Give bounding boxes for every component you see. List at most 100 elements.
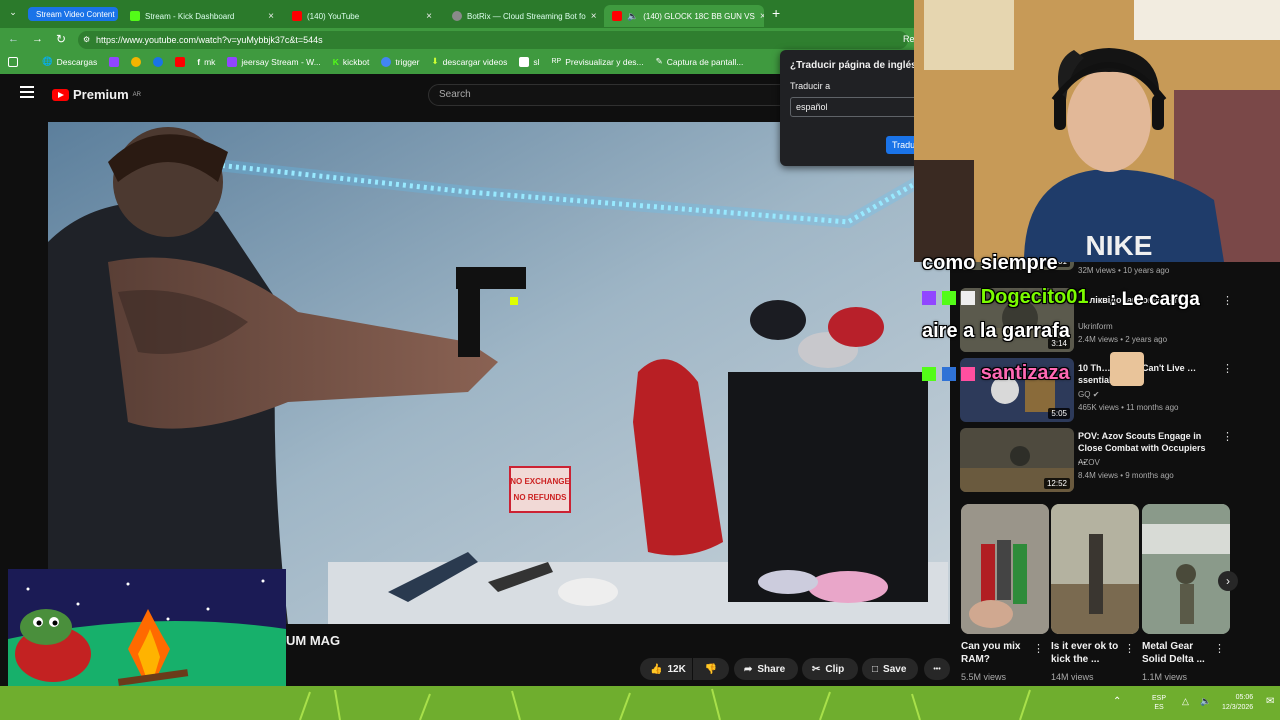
video-player[interactable]: NO EXCHANGE NO REFUNDS [48,122,950,624]
link-icon [153,56,164,67]
more-actions-button[interactable]: ••• [924,658,950,680]
download-icon: ⬇ [431,56,439,66]
hamburger-menu-icon[interactable] [20,86,34,98]
clock[interactable]: 05:06 12/3/2026 [1222,693,1253,713]
chat-username: santizaza [980,362,1070,384]
chat-line: Dogecito01 [922,286,1089,309]
tab-group-label[interactable]: Stream Video Content [28,7,118,21]
short-thumbnail[interactable] [1142,504,1230,634]
short-thumbnail[interactable] [1051,504,1139,634]
more-vert-icon[interactable]: ⋮ [1222,294,1233,307]
back-icon[interactable]: ← [8,33,19,45]
tab-list-chevron-icon[interactable]: ⌄ [6,7,20,21]
bookmark-sl[interactable]: sl [513,56,545,67]
thumbs-up-icon: 👍 [650,663,663,675]
bookmark-link[interactable] [147,56,169,67]
short-title[interactable]: Is it ever ok to kick the ... [1051,640,1127,666]
video-frame-illustration: NO EXCHANGE NO REFUNDS [48,122,950,624]
bookmark-twitch[interactable] [103,56,125,67]
reading-mode-label[interactable]: Re [903,34,915,44]
clip-button[interactable]: ✂ Clip [802,658,858,680]
search-input[interactable]: Search [428,84,788,106]
short-title[interactable]: Metal Gear Solid Delta ... [1142,640,1218,666]
close-tab-icon[interactable]: × [591,11,597,22]
bookmarks-manager-icon[interactable] [8,57,18,67]
forward-icon[interactable]: → [32,33,43,45]
channel-label: GQ [1078,390,1091,399]
short-thumbnail[interactable] [961,504,1049,634]
bookmark-descargas[interactable]: 🌐 Descargas [36,56,103,67]
bookmark-previsualizar[interactable]: RP Previsualizar y des... [545,57,649,67]
url-text: https://www.youtube.com/watch?v=yuMybbjk… [96,35,323,45]
campfire-overlay [8,569,286,686]
close-tab-icon[interactable]: × [760,11,764,22]
notification-icon[interactable]: ✉ [1266,696,1274,707]
short-views: 5.5M views [961,672,1007,682]
language-indicator[interactable]: ESP ES [1152,694,1166,712]
tab-label: BotRix — Cloud Streaming Bot fo [467,11,586,21]
facebook-icon: f [197,56,201,67]
youtube-premium-logo[interactable]: Premium AR [52,87,141,102]
more-vert-icon[interactable]: ⋮ [1214,642,1225,655]
clock-date: 12/3/2026 [1222,704,1254,711]
verified-icon: ✔ [1092,390,1100,399]
short-title[interactable]: Can you mix RAM? [961,640,1037,666]
save-button[interactable]: □ Save [862,658,918,680]
url-field[interactable]: ⚙ https://www.youtube.com/watch?v=yuMybb… [78,31,908,49]
tab-kick-dashboard[interactable]: Stream - Kick Dashboard × [122,5,282,27]
share-button[interactable]: ➦ Share [734,658,798,680]
chat-message-continued: : Le carga [1110,289,1200,310]
bookmark-label: trigger [395,56,420,67]
kick-badge-icon [922,366,936,381]
reload-icon[interactable]: ↻ [56,32,66,46]
mod-badge-icon [941,366,956,381]
campfire-illustration [8,569,286,686]
youtube-icon [612,11,622,21]
chat-message: como siempre [922,252,1058,274]
dislike-button[interactable]: 👎 [693,658,729,680]
bookmark-jeersay[interactable]: jeersay Stream - W... [221,56,326,67]
tab-youtube[interactable]: (140) YouTube × [284,5,440,27]
twitch-icon [227,56,238,67]
webcam-overlay: NIKE [914,0,1280,262]
bookmark-descargar-videos[interactable]: ⬇ descargar videos [425,56,513,67]
video-meta: 32M views • 10 years ago [1078,266,1170,275]
language-select[interactable]: español [790,97,920,117]
close-tab-icon[interactable]: × [426,11,432,22]
translate-popup: ¿Traducir página de inglés Traducir a es… [780,50,920,166]
save-label: Save [883,663,907,675]
chat-message-wrap: aire a la garrafa [922,320,1070,342]
wifi-icon[interactable]: △ [1182,696,1189,707]
bookmark-trigger[interactable]: trigger [375,56,425,67]
kick-icon [130,11,140,21]
tray-chevron-icon[interactable]: ⌃ [1113,696,1121,707]
bookmark-label: kickbot [342,56,370,67]
clip-label: Clip [825,663,845,675]
more-vert-icon[interactable]: ⋮ [1222,430,1233,443]
video-meta: 8.4M views • 9 months ago [1078,471,1174,480]
video-title: UM MAG [286,633,341,648]
site-info-icon[interactable]: ⚙ [83,31,90,49]
tab-botrix[interactable]: BotRix — Cloud Streaming Bot fo × [444,5,602,27]
bookmark-captura[interactable]: ✎ Captura de pantall... [650,56,750,67]
bookmark-label: jeersay Stream - W... [241,56,321,67]
volume-icon[interactable]: 🔈 [1200,696,1211,707]
trigger-icon [381,56,392,67]
like-button[interactable]: 👍 12K [640,658,692,680]
shorts-next-chevron-icon[interactable]: › [1218,571,1238,591]
bookmark-label: descargar videos [442,56,508,67]
more-vert-icon[interactable]: ⋮ [1033,642,1044,655]
bookmark-extension[interactable] [125,56,147,67]
bookmark-kickbot[interactable]: Kkickbot [327,57,376,67]
bookmark-mk[interactable]: f mk [191,57,221,67]
new-tab-button[interactable]: + [772,5,780,21]
tab-active-video[interactable]: 🔈 (140) GLOCK 18C BB GUN VS × [604,5,764,27]
duration-badge: 5:05 [1048,408,1070,419]
close-tab-icon[interactable]: × [268,11,274,22]
more-vert-icon[interactable]: ⋮ [1222,362,1233,375]
more-vert-icon[interactable]: ⋮ [1124,642,1135,655]
scissors-icon: ✂ [812,663,821,675]
bookmark-label: Descargas [56,56,98,67]
emote-icon [961,290,976,305]
bookmark-youtube[interactable] [169,56,191,67]
